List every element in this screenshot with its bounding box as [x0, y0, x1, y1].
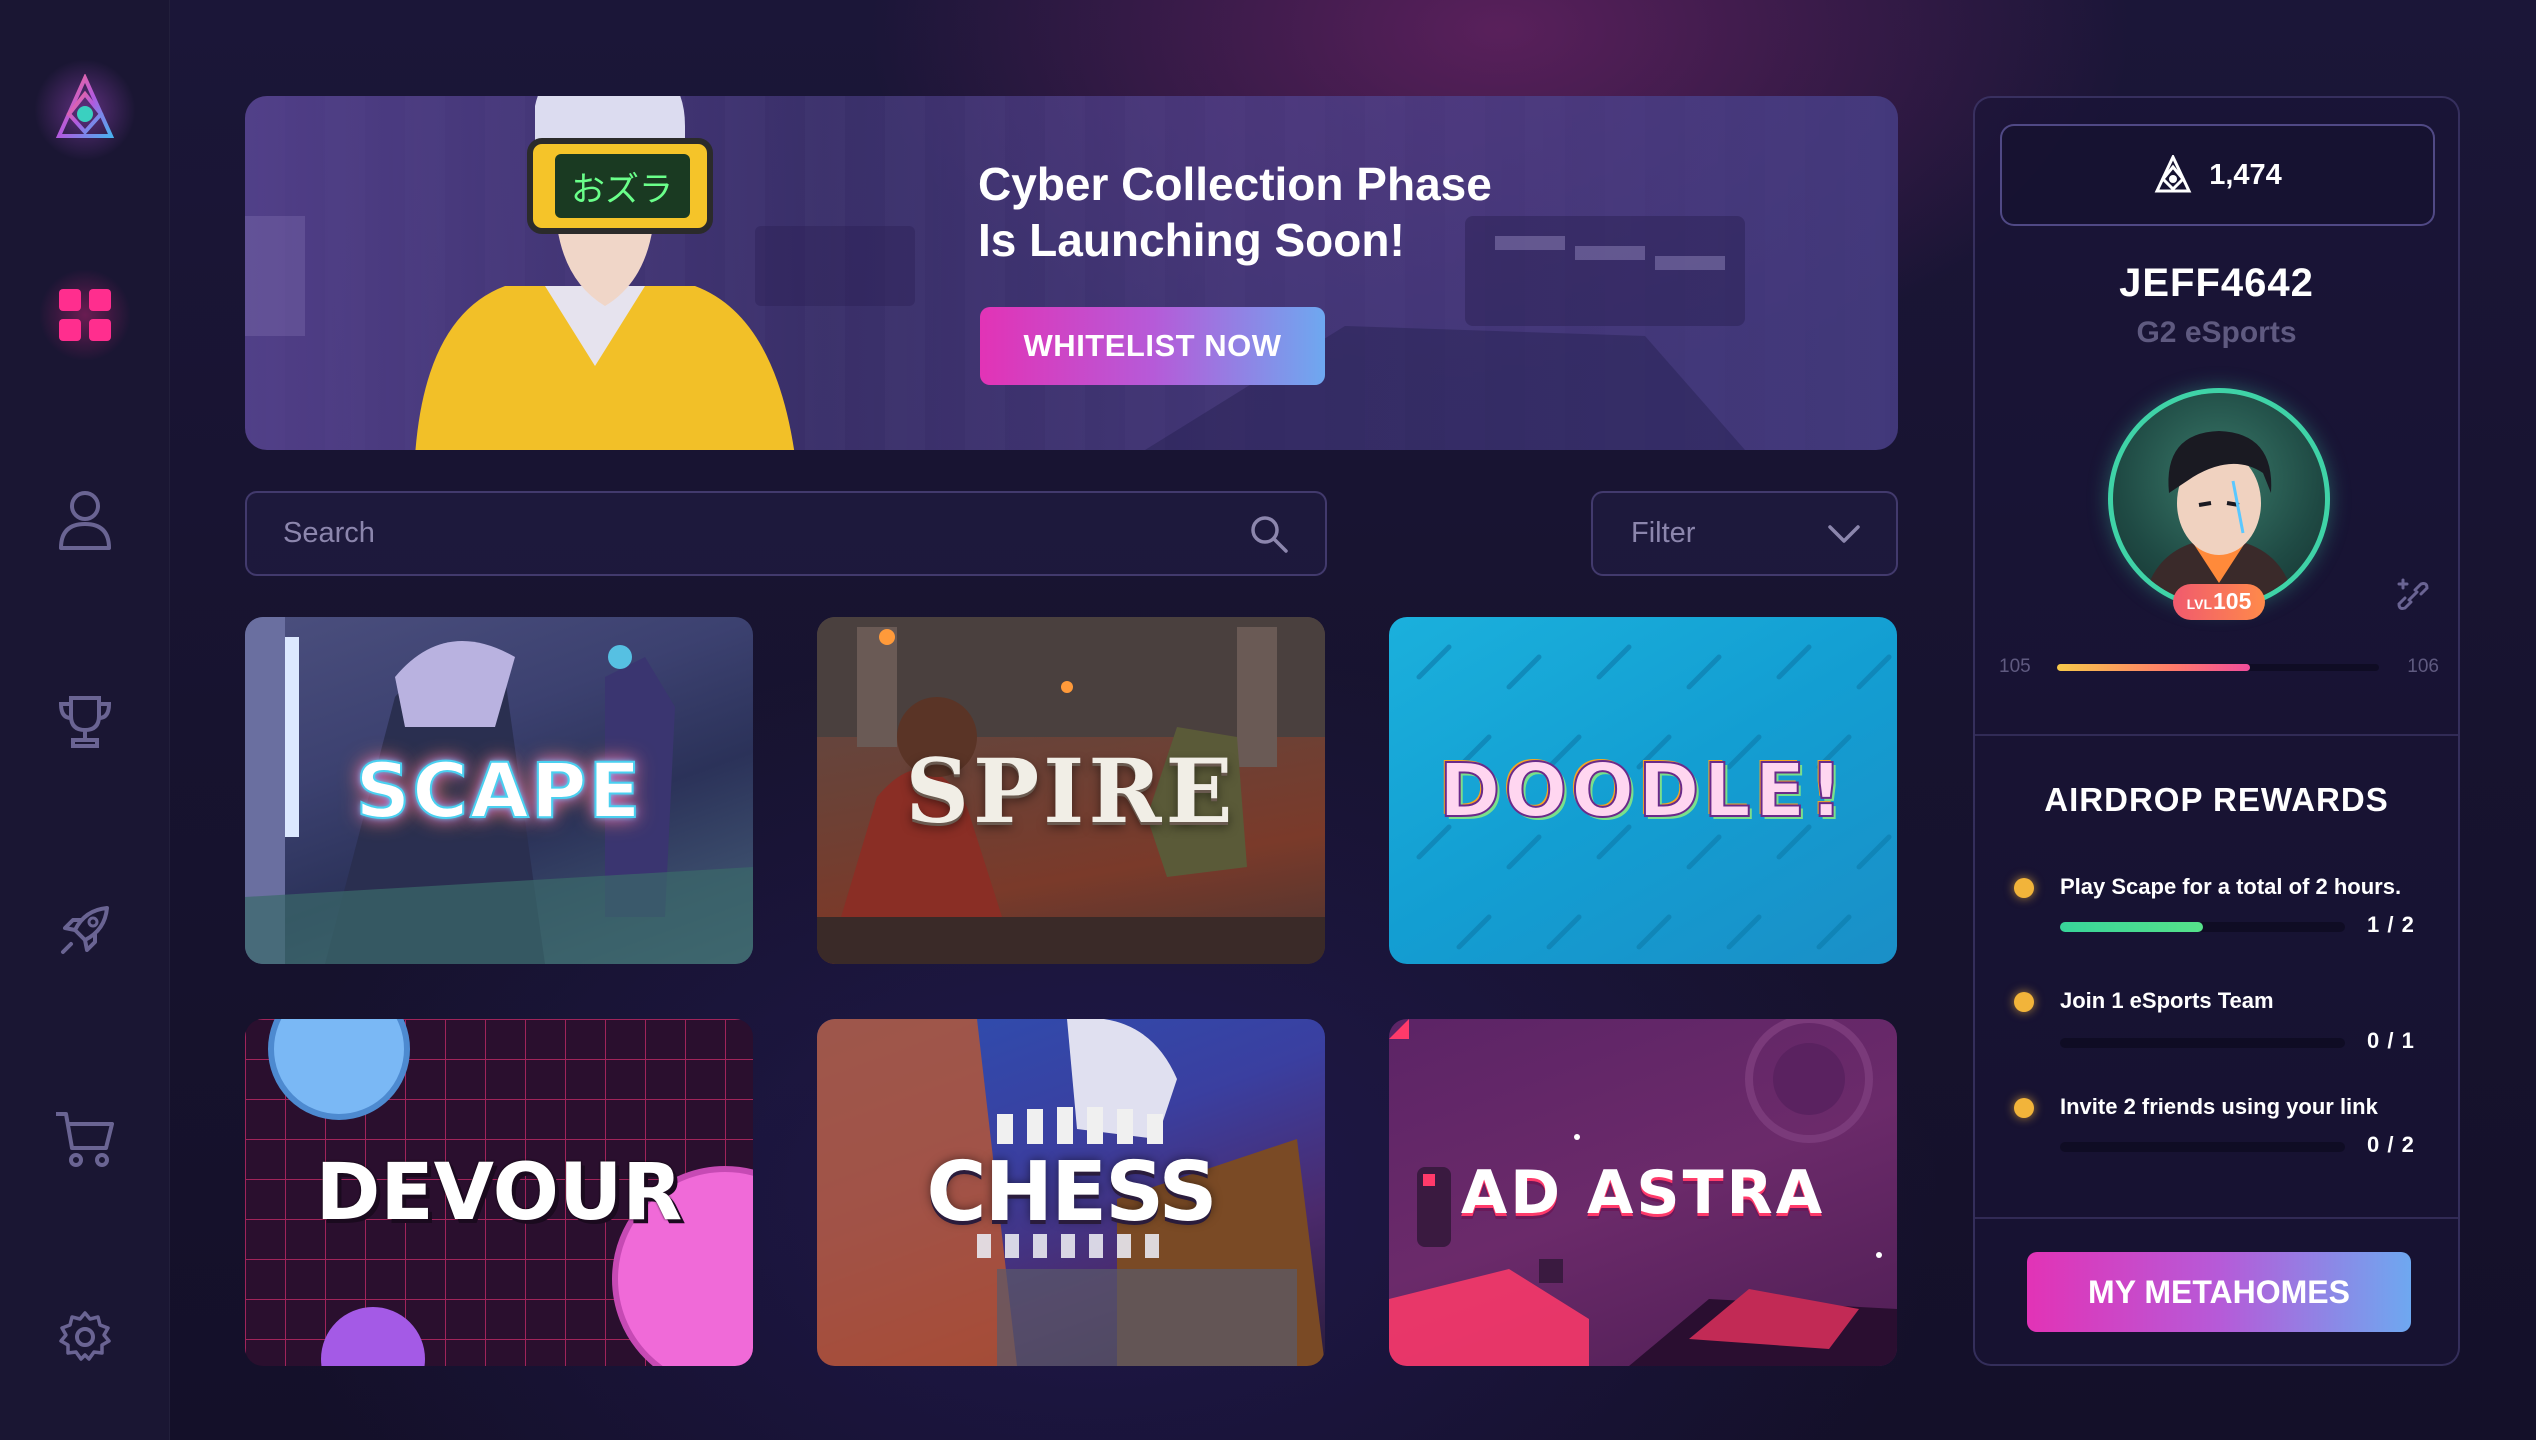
divider — [1975, 1217, 2458, 1219]
whitelist-now-button[interactable]: WHITELIST NOW — [980, 307, 1325, 385]
nav-dashboard[interactable] — [45, 275, 125, 355]
username: JEFF4642 — [2119, 261, 2314, 305]
cart-icon — [56, 1112, 114, 1167]
trophy-icon — [58, 696, 112, 748]
xp-fill — [2057, 664, 2251, 671]
divider — [1975, 734, 2458, 736]
xp-from-level: 105 — [1999, 656, 2031, 677]
task-text: Play Scape for a total of 2 hours. — [2060, 874, 2402, 899]
promo-banner: おズラ Cyber Collection Phase Is Launching … — [245, 96, 1898, 450]
nav-launch[interactable] — [45, 890, 125, 970]
game-card-chess[interactable]: CHESS — [817, 1019, 1325, 1366]
task-progress-fill — [2060, 922, 2203, 932]
level-number: 105 — [2213, 588, 2252, 614]
task-count: 0 / 2 — [2367, 1132, 2415, 1157]
game-card-devour[interactable]: DEVOUR — [245, 1019, 753, 1366]
game-title-devour: DEVOUR — [315, 1147, 683, 1238]
game-card-scape[interactable]: SCAPE — [245, 617, 753, 964]
game-title-spire: SPIRE — [905, 738, 1237, 843]
nav-profile[interactable] — [45, 480, 125, 560]
task-progress-track — [2060, 922, 2345, 932]
visor-sign: おズラ — [571, 170, 673, 210]
team-name: G2 eSports — [2136, 316, 2297, 349]
coin-balance[interactable]: 1,474 — [2000, 124, 2435, 226]
game-title-chess: CHESS — [926, 1145, 1217, 1240]
grid-icon — [59, 289, 111, 341]
xp-track — [2057, 664, 2379, 671]
cyber-character-illustration: おズラ — [415, 96, 795, 450]
nav-store[interactable] — [45, 1098, 125, 1178]
banner-title-line2: Is Launching Soon! — [978, 214, 1405, 266]
reward-task: Play Scape for a total of 2 hours. 1 / 2 — [1975, 872, 2458, 952]
token-icon — [2154, 155, 2192, 193]
coin-amount: 1,474 — [2209, 158, 2282, 191]
gear-icon — [59, 1311, 111, 1361]
sidebar — [0, 0, 170, 1440]
reward-task: Invite 2 friends using your link 0 / 2 — [1975, 1092, 2458, 1172]
task-text: Invite 2 friends using your link — [2060, 1094, 2378, 1119]
nav-tournaments[interactable] — [45, 682, 125, 762]
avatar-image — [2113, 393, 2325, 605]
game-title-doodle: DOODLE! — [1438, 747, 1848, 835]
app-logo-icon[interactable] — [45, 70, 125, 150]
airdrop-rewards-title: AIRDROP REWARDS — [2044, 781, 2389, 818]
banner-title-line1: Cyber Collection Phase — [978, 158, 1492, 210]
task-status-dot — [2014, 1098, 2034, 1118]
task-status-dot — [2014, 992, 2034, 1012]
task-progress-track — [2060, 1142, 2345, 1152]
search-input[interactable] — [283, 517, 1249, 550]
add-link-icon[interactable] — [2393, 576, 2433, 616]
game-title-scape: SCAPE — [355, 745, 643, 836]
task-count: 1 / 2 — [2367, 912, 2415, 937]
profile-panel: 1,474 JEFF4642 G2 eSports LVL 105 105 10… — [1973, 96, 2460, 1366]
task-text: Join 1 eSports Team — [2060, 988, 2274, 1013]
user-icon — [59, 491, 111, 550]
chevron-down-icon — [1828, 524, 1860, 543]
banner-title: Cyber Collection Phase Is Launching Soon… — [978, 156, 1678, 268]
reward-task: Join 1 eSports Team 0 / 1 — [1975, 986, 2458, 1066]
game-title-ad-astra: AD ASTRA — [1460, 1157, 1826, 1228]
rocket-icon — [61, 906, 109, 954]
level-badge: LVL 105 — [2173, 584, 2265, 620]
search-bar — [245, 491, 1327, 576]
avatar-illustration — [2143, 431, 2295, 605]
my-metahomes-button[interactable]: MY METAHOMES — [2027, 1252, 2411, 1332]
task-count: 0 / 1 — [2367, 1028, 2415, 1053]
task-progress-track — [2060, 1038, 2345, 1048]
xp-progress: 105 106 — [1999, 656, 2439, 680]
filter-dropdown[interactable]: Filter — [1591, 491, 1898, 576]
game-card-doodle[interactable]: DOODLE! — [1389, 617, 1897, 964]
search-icon[interactable] — [1249, 514, 1289, 554]
xp-to-level: 106 — [2407, 656, 2439, 677]
game-card-spire[interactable]: SPIRE — [817, 617, 1325, 964]
game-card-ad-astra[interactable]: AD ASTRA — [1389, 1019, 1897, 1366]
level-prefix: LVL — [2186, 596, 2213, 612]
nav-settings[interactable] — [45, 1297, 125, 1377]
task-status-dot — [2014, 878, 2034, 898]
avatar[interactable] — [2108, 388, 2330, 610]
filter-label: Filter — [1631, 517, 1696, 549]
